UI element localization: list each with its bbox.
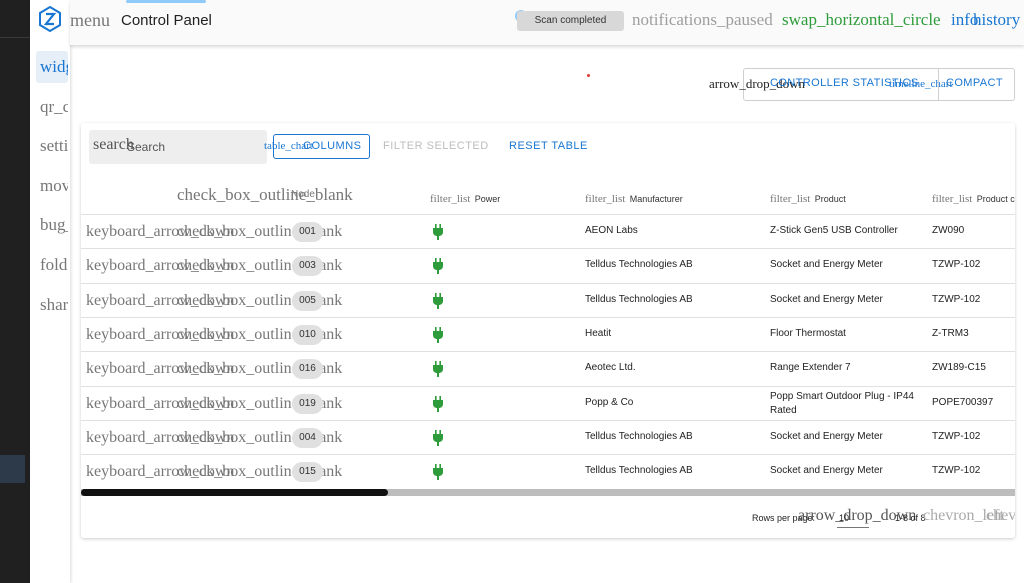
filter-selected-button[interactable]: FILTER SELECTED xyxy=(383,140,489,152)
power-plug-icon xyxy=(432,464,444,481)
manufacturer-cell: Heatit xyxy=(585,327,612,339)
power-plug-icon xyxy=(432,361,444,378)
nodes-table-card: search table_chart COLUMNS FILTER SELECT… xyxy=(81,123,1015,538)
product-code-cell: TZWP-102 xyxy=(932,465,981,477)
pagination-range: 1-8 of 8 xyxy=(895,513,926,523)
search-field[interactable]: search xyxy=(89,130,267,164)
manufacturer-cell: Telldus Technologies AB xyxy=(585,259,693,271)
status-dot xyxy=(587,74,590,77)
filter-list-icon[interactable]: filter_list xyxy=(770,193,810,205)
product-code-cell: POPE700397 xyxy=(932,396,994,408)
table-row[interactable]: keyboard_arrow_down check_box_outline_bla… xyxy=(81,316,1015,351)
node-id-chip: 016 xyxy=(292,359,323,380)
chevron-right-icon[interactable]: chevron_right xyxy=(986,507,1015,525)
filter-list-icon[interactable]: filter_list xyxy=(585,193,625,205)
power-plug-icon xyxy=(432,326,444,343)
sidebar-item-qr-code[interactable]: qr_code xyxy=(36,91,68,123)
table-row[interactable]: keyboard_arrow_down check_box_outline_bla… xyxy=(81,214,1015,248)
power-plug-icon xyxy=(432,292,444,309)
product-cell: Floor Thermostat xyxy=(770,327,846,339)
reset-table-button[interactable]: RESET TABLE xyxy=(509,140,588,152)
product-code-cell: TZWP-102 xyxy=(932,293,981,305)
product-cell: Socket and Energy Meter xyxy=(770,293,883,305)
column-header-label: Product xyxy=(814,194,846,204)
manufacturer-cell: Aeotec Ltd. xyxy=(585,362,636,374)
compact-button[interactable]: COMPACT xyxy=(946,77,1003,89)
sidebar-item-settings[interactable]: settings xyxy=(36,130,68,162)
product-cell: Socket and Energy Meter xyxy=(770,259,883,271)
manufacturer-cell: Popp & Co xyxy=(585,396,634,408)
button-divider xyxy=(938,69,939,100)
manufacturer-cell: Telldus Technologies AB xyxy=(585,293,693,305)
select-underline xyxy=(837,527,869,528)
dark-side-rail xyxy=(0,0,30,583)
manufacturer-cell: AEON Labs xyxy=(585,225,638,236)
column-header-label: Product c xyxy=(976,194,1015,204)
product-code-cell: ZW090 xyxy=(932,225,965,236)
sidebar-item-share[interactable]: share xyxy=(36,289,68,321)
table-row[interactable]: keyboard_arrow_down check_box_outline_bla… xyxy=(81,419,1015,454)
notifications-paused-icon[interactable]: notifications_paused xyxy=(632,10,773,30)
product-cell: Range Extender 7 xyxy=(770,362,851,374)
app-bar: menu Control Panel Scan completed notifi… xyxy=(70,0,1024,45)
product-code-cell: Z-TRM3 xyxy=(932,327,969,339)
scan-status-chip: Scan completed xyxy=(517,11,624,31)
top-progress-bar xyxy=(126,0,206,3)
power-plug-icon xyxy=(432,224,444,240)
sidebar-item-bug-report[interactable]: bug_report xyxy=(36,209,68,241)
node-id-chip: 004 xyxy=(292,427,323,448)
filter-list-icon[interactable]: filter_list xyxy=(430,193,470,205)
node-id-chip: 019 xyxy=(292,393,323,414)
power-plug-icon xyxy=(432,429,444,446)
node-id-chip: 010 xyxy=(292,324,323,345)
history-icon[interactable]: history xyxy=(973,10,1020,30)
menu-icon[interactable]: menu xyxy=(70,10,110,31)
scrollbar-thumb[interactable] xyxy=(81,489,388,496)
product-code-cell: TZWP-102 xyxy=(932,430,981,442)
sidebar-item-folder[interactable]: folder xyxy=(36,249,68,281)
power-plug-icon xyxy=(432,395,444,412)
sidebar-item-move[interactable]: move xyxy=(36,170,68,202)
table-row[interactable]: keyboard_arrow_down check_box_outline_bla… xyxy=(81,248,1015,282)
product-cell: Popp Smart Outdoor Plug - IP44 Rated xyxy=(770,390,914,416)
power-plug-icon xyxy=(432,258,444,275)
columns-button-label[interactable]: COLUMNS xyxy=(303,140,362,152)
rail-divider xyxy=(0,37,30,38)
search-input[interactable] xyxy=(127,140,257,154)
node-id-chip: 001 xyxy=(292,222,323,242)
timeline-chart-icon: timeline_chart xyxy=(889,78,953,90)
table-row[interactable]: keyboard_arrow_down check_box_outline_bla… xyxy=(81,351,1015,385)
swap-horizontal-circle-icon[interactable]: swap_horizontal_circle xyxy=(782,10,941,30)
product-cell: Socket and Energy Meter xyxy=(770,430,883,442)
node-id-chip: 005 xyxy=(292,290,323,311)
table-row[interactable]: keyboard_arrow_down check_box_outline_bla… xyxy=(81,282,1015,317)
node-id-chip: 015 xyxy=(292,462,323,483)
node-id-chip: 003 xyxy=(292,256,323,277)
manufacturer-cell: Telldus Technologies AB xyxy=(585,430,693,442)
product-cell: Socket and Energy Meter xyxy=(770,465,883,477)
product-code-cell: ZW189-C15 xyxy=(932,362,986,374)
horizontal-scrollbar[interactable] xyxy=(81,489,1015,496)
zwave-logo-icon[interactable] xyxy=(38,6,62,32)
column-header-label: Manufacturer xyxy=(629,194,683,204)
rail-highlight xyxy=(0,455,25,483)
table-row[interactable]: keyboard_arrow_down check_box_outline_bla… xyxy=(81,385,1015,420)
product-code-cell: TZWP-102 xyxy=(932,259,981,271)
column-header-node[interactable]: Node xyxy=(291,189,315,200)
column-header-label: Power xyxy=(474,194,501,204)
filter-list-icon[interactable]: filter_list xyxy=(932,193,972,205)
rows-per-page-select[interactable]: 10 xyxy=(839,513,849,523)
table-row[interactable]: keyboard_arrow_down check_box_outline_bla… xyxy=(81,454,1015,488)
product-cell: Z-Stick Gen5 USB Controller xyxy=(770,225,898,236)
select-all-checkbox[interactable]: check_box_outline_blank xyxy=(177,185,353,205)
manufacturer-cell: Telldus Technologies AB xyxy=(585,465,693,477)
sidebar-item-widgets[interactable]: widgets xyxy=(36,51,68,83)
page-title: Control Panel xyxy=(121,12,212,29)
